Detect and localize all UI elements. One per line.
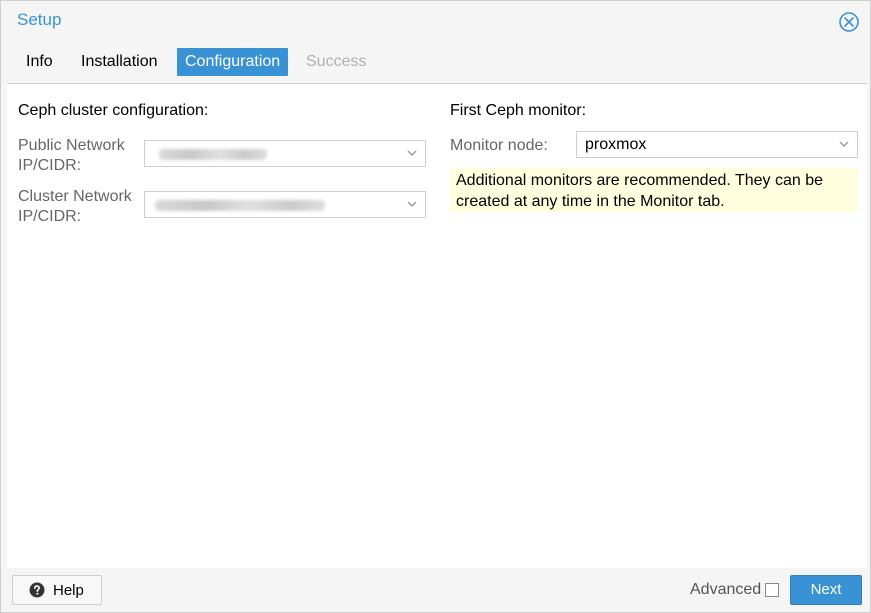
title-bar: Setup (1, 1, 870, 41)
configuration-panel: Ceph cluster configuration: Public Netwo… (7, 83, 867, 568)
help-button-label: Help (53, 582, 84, 599)
chevron-down-icon (407, 201, 417, 207)
public-network-label-line2: IP/CIDR: (18, 157, 82, 174)
redacted-value-blur (159, 149, 267, 160)
chevron-down-icon (407, 150, 417, 156)
first-ceph-monitor-heading: First Ceph monitor: (450, 102, 587, 119)
tab-configuration[interactable]: Configuration (177, 48, 289, 76)
setup-dialog: Setup Info Installation Configuration Su… (0, 0, 871, 613)
ceph-cluster-config-heading: Ceph cluster configuration: (18, 102, 209, 119)
tab-bar: Info Installation Configuration Success (1, 41, 870, 83)
monitor-node-label: Monitor node: (450, 137, 548, 154)
advanced-checkbox[interactable] (765, 583, 779, 597)
tab-installation[interactable]: Installation (73, 48, 166, 76)
public-network-combobox[interactable] (144, 140, 426, 167)
tab-success: Success (306, 53, 367, 70)
chevron-down-icon (839, 141, 849, 147)
monitor-node-combobox[interactable]: proxmox (576, 131, 858, 158)
next-button[interactable]: Next (790, 575, 862, 605)
public-network-label: Public Network IP/CIDR: (18, 136, 125, 176)
help-button[interactable]: Help (12, 575, 102, 605)
close-icon[interactable] (838, 11, 860, 33)
public-network-label-line1: Public Network (18, 137, 125, 154)
cluster-network-combobox[interactable] (144, 191, 426, 218)
cluster-network-label: Cluster Network IP/CIDR: (18, 187, 132, 227)
monitor-node-value: proxmox (585, 136, 647, 153)
dialog-title: Setup (17, 10, 62, 29)
advanced-label: Advanced (690, 581, 762, 598)
cluster-network-label-line1: Cluster Network (18, 188, 132, 205)
dialog-footer: Help Advanced Next (1, 567, 870, 612)
question-circle-icon (29, 582, 45, 598)
tab-info[interactable]: Info (18, 48, 61, 76)
monitor-info-box: Additional monitors are recommended. The… (450, 168, 858, 212)
redacted-value-blur (155, 200, 325, 211)
cluster-network-label-line2: IP/CIDR: (18, 208, 82, 225)
